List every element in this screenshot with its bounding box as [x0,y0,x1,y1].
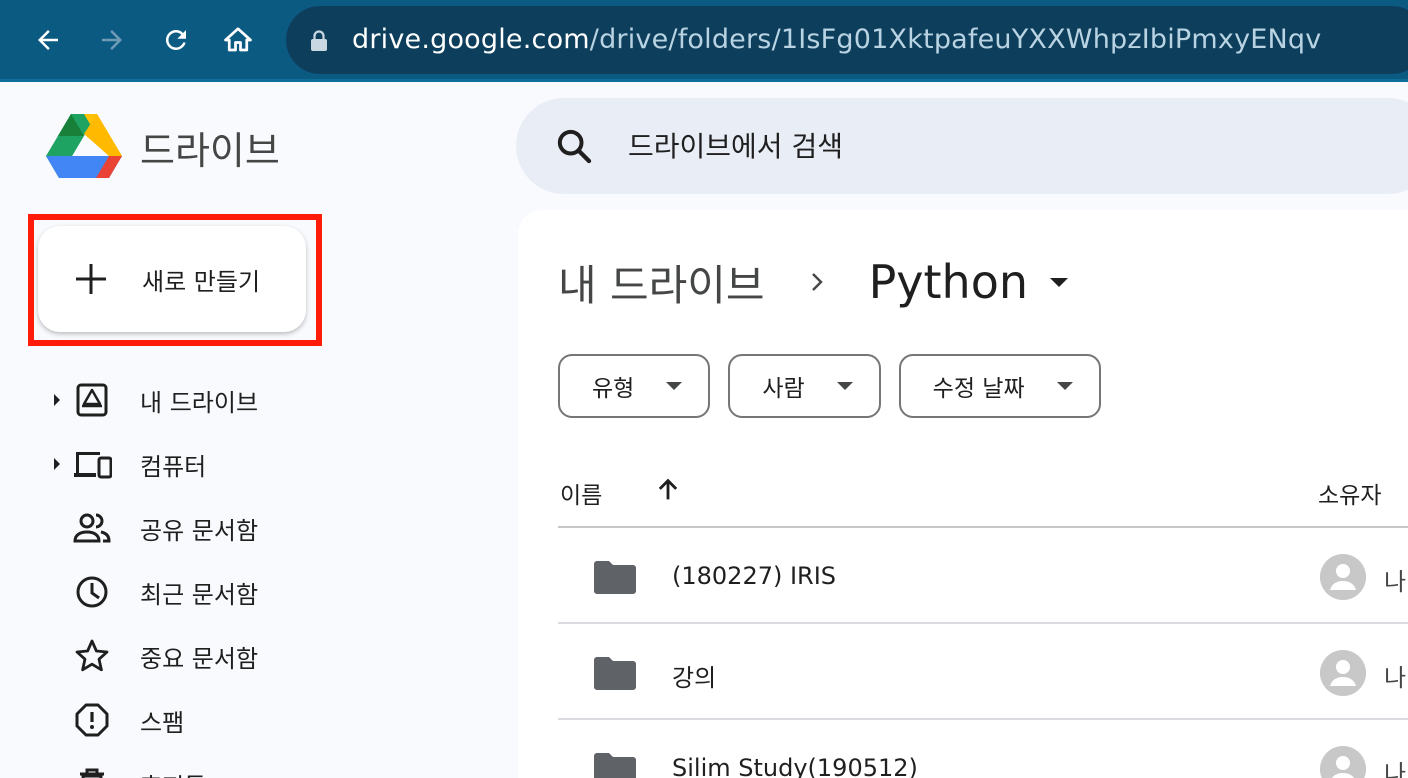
filter-people-chip[interactable]: 사람 [728,354,881,418]
column-header-owner: 소유자 [1318,483,1382,509]
dropdown-arrow-icon [1056,382,1073,390]
new-button-label: 새로 만들기 [142,267,261,296]
arrow-left-icon [38,30,58,50]
owner-name: 나 [1384,568,1407,596]
sidebar-item-shared[interactable]: 공유 문서함 [50,496,510,560]
plus-icon [76,264,106,294]
browser-toolbar: drive.google.com/drive/folders/1IsFg01Xk… [0,0,1408,82]
new-button[interactable]: 새로 만들기 [38,226,306,332]
sidebar-item-computers[interactable]: 컴퓨터 [50,432,510,496]
my-drive-icon [76,383,108,417]
expand-caret-icon[interactable] [54,458,60,470]
home-button[interactable] [218,20,258,60]
expand-caret-icon[interactable] [54,394,60,406]
folder-icon [594,753,636,778]
avatar [1320,746,1366,778]
sidebar-item-trash[interactable]: 휴지통 [50,752,510,778]
arrow-right-icon [102,30,122,50]
address-bar[interactable]: drive.google.com/drive/folders/1IsFg01Xk… [286,6,1408,74]
owner-name: 나 [1384,664,1407,692]
owner-name: 나 [1384,760,1407,778]
sidebar-item-label: 컴퓨터 [140,452,207,481]
folder-icon [594,561,636,594]
sidebar-item-label: 공유 문서함 [140,516,259,545]
chip-label: 사람 [762,376,805,402]
trash-icon [80,768,104,778]
breadcrumb-current-folder[interactable]: Python [868,255,1069,309]
forward-button[interactable] [92,20,132,60]
folder-icon [594,657,636,690]
file-list: (180227) IRIS 나 강의 나 Silim Study(190512)… [558,528,1408,778]
search-input[interactable] [628,126,1328,166]
sidebar-item-label: 최근 문서함 [140,580,259,609]
spam-icon [75,703,109,737]
back-button[interactable] [28,20,68,60]
sidebar-nav: 내 드라이브 컴퓨터 공유 문서함 최근 문서함 중요 문서함 스팸 휴지통 [50,368,510,778]
sidebar-item-starred[interactable]: 중요 문서함 [50,624,510,688]
table-row[interactable]: 강의 나 [558,624,1408,720]
clock-icon [76,576,108,608]
filter-type-chip[interactable]: 유형 [558,354,711,418]
avatar [1320,650,1366,696]
breadcrumb: 내 드라이브 Python [558,252,1069,313]
drive-logo-icon [46,114,122,178]
star-icon [75,639,109,672]
dropdown-arrow-icon [1050,277,1069,287]
main-panel: 내 드라이브 Python 유형 사람 수정 날짜 이름 소유자 (180227… [518,210,1408,778]
search-icon[interactable] [554,126,594,166]
lock-icon [311,30,327,51]
breadcrumb-root[interactable]: 내 드라이브 [558,252,765,313]
shared-people-icon [73,513,111,543]
reload-icon [165,29,186,50]
dropdown-arrow-icon [666,382,683,390]
chip-label: 유형 [592,376,635,402]
avatar [1320,554,1366,600]
file-name: Silim Study(190512) [672,754,918,778]
person-icon [1320,554,1366,600]
url-text: drive.google.com/drive/folders/1IsFg01Xk… [352,24,1321,55]
sidebar-item-label: 중요 문서함 [140,644,259,673]
person-icon [1320,650,1366,696]
url-path: /drive/folders/1IsFg01XktpafeuYXXWhpzIbi… [589,24,1322,55]
brand-name: 드라이브 [140,129,280,173]
file-name: 강의 [672,664,717,692]
sidebar-item-recent[interactable]: 최근 문서함 [50,560,510,624]
filter-chips: 유형 사람 수정 날짜 [558,354,1119,418]
current-folder-name: Python [868,255,1029,309]
filter-modified-chip[interactable]: 수정 날짜 [898,354,1101,418]
table-header: 이름 소유자 [558,472,1408,528]
sidebar-item-label: 스팸 [140,708,185,737]
dropdown-arrow-icon [836,382,853,390]
sidebar-item-label: 휴지통 [140,767,206,778]
chip-label: 수정 날짜 [932,376,1025,402]
home-icon [224,27,252,52]
search-bar [516,98,1408,194]
file-name: (180227) IRIS [672,562,837,590]
person-icon [1320,746,1366,778]
reload-button[interactable] [156,20,196,60]
sidebar-item-my-drive[interactable]: 내 드라이브 [50,368,510,432]
column-header-name[interactable]: 이름 [560,476,602,510]
url-host: drive.google.com [352,24,590,55]
chevron-right-icon [811,273,823,291]
sidebar-item-spam[interactable]: 스팸 [50,688,510,752]
sort-arrow-up-icon[interactable] [654,476,682,504]
table-row[interactable]: Silim Study(190512) 나 [558,720,1408,778]
table-row[interactable]: (180227) IRIS 나 [558,528,1408,624]
sidebar-item-label: 내 드라이브 [140,388,259,417]
computers-icon [74,452,112,479]
